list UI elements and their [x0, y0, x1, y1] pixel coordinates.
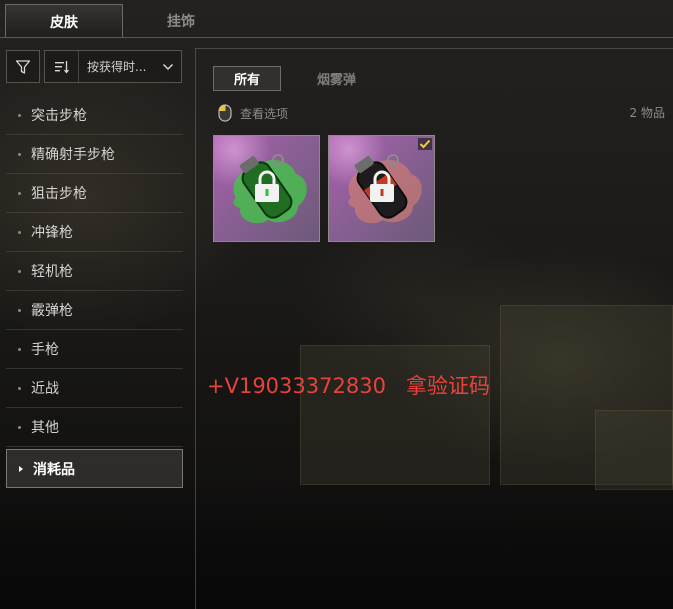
sort-dropdown-label: 按获得时...	[87, 60, 147, 74]
category-label: 手枪	[31, 342, 59, 358]
category-label: 狙击步枪	[31, 186, 87, 202]
tab-smoke-grenade[interactable]: 烟雾弹	[297, 66, 376, 91]
background-crate	[595, 410, 673, 490]
category-label: 其他	[31, 420, 59, 436]
checkmark-icon	[418, 138, 432, 150]
subcategory-tabs: 所有 烟雾弹	[213, 66, 376, 91]
item-grid	[213, 135, 435, 242]
category-assault-rifle[interactable]: 突击步枪	[6, 96, 183, 135]
view-options-label: 查看选项	[240, 106, 289, 121]
category-consumables[interactable]: 消耗品	[6, 449, 183, 488]
sidebar-controls: 按获得时...	[6, 50, 182, 83]
filter-button[interactable]	[6, 50, 40, 83]
category-label: 轻机枪	[31, 264, 73, 280]
category-lmg[interactable]: 轻机枪	[6, 252, 183, 291]
tab-rule	[0, 37, 673, 38]
lock-icon	[255, 170, 279, 202]
panel-divider	[195, 48, 196, 609]
bullet-icon	[18, 113, 21, 117]
category-pistol[interactable]: 手枪	[6, 330, 183, 369]
item-card[interactable]	[213, 135, 320, 242]
bullet-icon	[18, 230, 21, 234]
bullet-icon	[18, 269, 21, 273]
bullet-icon	[18, 308, 21, 312]
category-melee[interactable]: 近战	[6, 369, 183, 408]
sort-icon	[45, 51, 79, 82]
bullet-icon	[18, 347, 21, 351]
category-label: 冲锋枪	[31, 225, 73, 241]
item-card[interactable]	[328, 135, 435, 242]
bullet-icon	[18, 191, 21, 195]
tab-charms[interactable]: 挂饰	[122, 4, 240, 38]
category-label: 突击步枪	[31, 108, 87, 124]
category-label: 精确射手步枪	[31, 147, 115, 163]
background-crate	[300, 345, 490, 485]
top-tab-bar: 皮肤 挂饰	[0, 0, 673, 38]
chevron-down-icon	[155, 63, 181, 71]
lock-icon	[370, 170, 394, 202]
category-list: 突击步枪 精确射手步枪 狙击步枪 冲锋枪 轻机枪 霰弹枪 手枪 近战 其他 消耗…	[6, 96, 183, 488]
tab-all[interactable]: 所有	[213, 66, 282, 91]
category-dmr[interactable]: 精确射手步枪	[6, 135, 183, 174]
triangle-right-icon	[19, 465, 23, 472]
tab-skins[interactable]: 皮肤	[5, 4, 123, 38]
category-label: 霰弹枪	[31, 303, 73, 319]
mouse-icon	[218, 104, 232, 122]
category-label: 消耗品	[33, 461, 75, 478]
watermark-text: +V19033372830 拿验证码	[207, 374, 490, 398]
category-smg[interactable]: 冲锋枪	[6, 213, 183, 252]
item-count: 2 物品	[629, 106, 665, 120]
sort-dropdown[interactable]: 按获得时...	[44, 50, 182, 83]
category-other[interactable]: 其他	[6, 408, 183, 447]
filter-icon	[15, 59, 31, 74]
background-shadow	[0, 479, 673, 609]
category-shotgun[interactable]: 霰弹枪	[6, 291, 183, 330]
bullet-icon	[18, 425, 21, 429]
bullet-icon	[18, 152, 21, 156]
bullet-icon	[18, 386, 21, 390]
category-label: 近战	[31, 381, 59, 397]
category-sniper-rifle[interactable]: 狙击步枪	[6, 174, 183, 213]
panel-divider	[195, 48, 673, 49]
view-options[interactable]: 查看选项	[218, 104, 288, 122]
